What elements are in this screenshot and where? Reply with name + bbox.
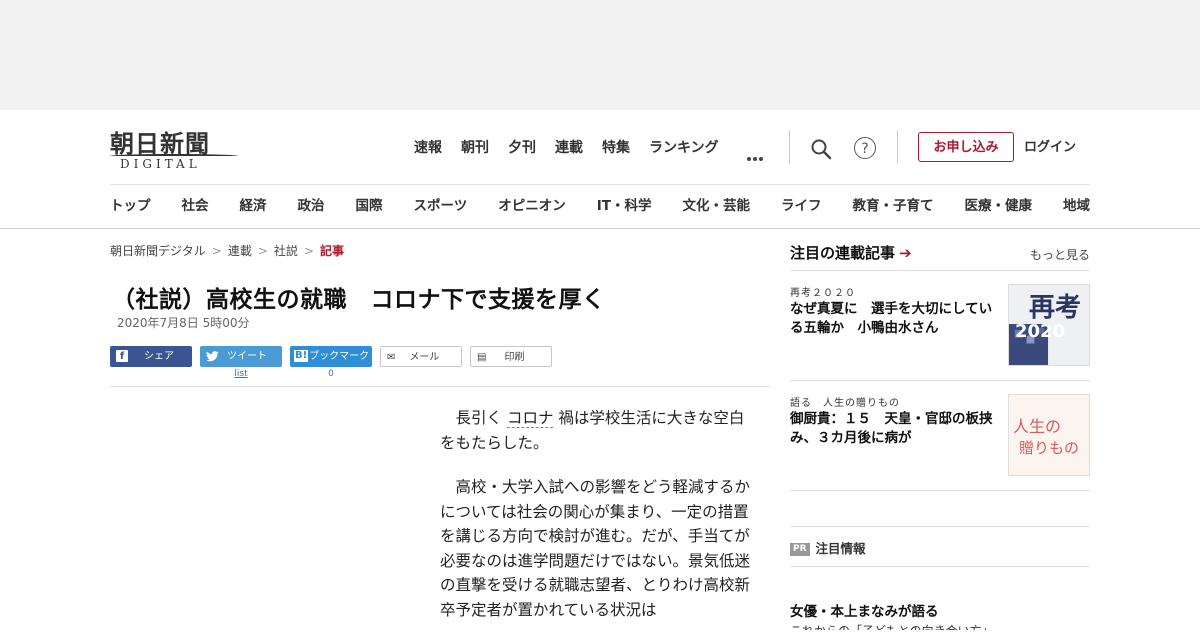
article-paragraph: 高校・大学入試への影響をどう軽減するかについては社会の関心が集まり、一定の措置を… [440,478,751,619]
sidebar-heading[interactable]: 注目の連載記事 ➔ [790,242,912,263]
article-headline: （社説）高校生の就職 コロナ下で支援を厚く [112,287,606,313]
mail-share-button[interactable]: ✉ メール [380,346,462,367]
category-culture[interactable]: 文化・芸能 [682,194,750,218]
nav-divider [789,130,790,164]
sidebar-heading-label: 注目の連載記事 [790,244,896,262]
topnav-item-evening[interactable]: 夕刊 [508,138,536,158]
pr-section-heading: PR 注目情報 [790,538,866,557]
category-nav: トップ 社会 経済 政治 国際 スポーツ オピニオン IT・科学 文化・芸能 ラ… [110,194,1090,218]
breadcrumb-home[interactable]: 朝日新聞デジタル [110,244,206,258]
sidebar-article-title[interactable]: なぜ真夏に 選手を大切にしている五輪か 小鴨由水さん [790,300,1002,338]
share-bar: f シェア ツイート B! ブックマーク ✉ メール ▤ 印刷 list 0 [110,346,570,386]
mail-icon: ✉ [387,352,396,363]
hatena-count[interactable]: 0 [290,369,372,379]
header-divider [110,184,1090,185]
category-region[interactable]: 地域 [1063,194,1090,218]
category-life[interactable]: ライフ [781,194,822,218]
sidebar-article-card[interactable]: 再考２０２０ なぜ真夏に 選手を大切にしている五輪か 小鴨由水さん 再考 202… [790,284,1090,368]
mail-share-label: メール [409,352,440,363]
category-top[interactable]: トップ [110,194,151,218]
sidebar-article-card[interactable]: 語る 人生の贈りもの 御厨貴：１５ 天皇・官邸の板挟み、３カ月後に病が 人生の … [790,394,1090,478]
paragraph-text: 長引く [455,409,503,427]
pr-badge: PR [790,543,810,556]
twitter-tweet-button[interactable]: ツイート [200,346,282,367]
article-divider [110,386,770,387]
ad-banner-area [0,0,1200,110]
sidebar-article-thumbnail[interactable]: 再考 2020 [1008,284,1090,366]
search-icon[interactable] [810,138,832,160]
category-education[interactable]: 教育・子育て [852,194,933,218]
category-sports[interactable]: スポーツ [414,194,468,218]
hatena-bookmark-button[interactable]: B! ブックマーク [290,346,372,367]
breadcrumb-separator: > [257,244,268,258]
category-society[interactable]: 社会 [182,194,209,218]
thumbnail-word: 再考 [1028,293,1081,323]
pr-article-title[interactable]: 女優・本上まなみが語る [790,600,939,620]
twitter-tweet-label: ツイート [227,351,267,362]
pr-section-label: 注目情報 [815,541,866,556]
thumbnail-line-1: 人生の [1013,417,1062,436]
subscribe-button[interactable]: お申し込み [918,132,1014,162]
hatena-bookmark-label: ブックマーク [309,351,370,362]
topnav-item-features[interactable]: 特集 [602,138,630,158]
thumbnail-year: 2020 [1015,321,1066,342]
logo-name-en: DIGITAL [120,157,201,171]
sidebar-divider [790,566,1090,567]
thumbnail-line-2: 贈りもの [1019,439,1080,457]
category-politics[interactable]: 政治 [298,194,325,218]
sidebar-divider [790,270,1090,271]
hatena-b-icon: B! [294,350,309,362]
sidebar-divider [790,380,1090,381]
category-health[interactable]: 医療・健康 [964,194,1032,218]
category-international[interactable]: 国際 [356,194,383,218]
site-header: 朝日新聞 DIGITAL 速報 朝刊 夕刊 連載 特集 ランキング ? お申し込… [0,110,1200,229]
site-logo[interactable]: 朝日新聞 DIGITAL [110,124,242,171]
nav-divider [897,130,898,164]
article-body: 長引く コロナ 禍は学校生活に大きな空白をもたらした。 高校・大学入試への影響を… [440,406,750,642]
topnav-item-breaking[interactable]: 速報 [414,138,442,158]
facebook-icon: f [116,350,128,362]
topnav-item-ranking[interactable]: ランキング [649,138,719,158]
breadcrumb-separator: > [211,244,222,258]
series-tag: 再考２０２０ [790,288,856,299]
sidebar-divider [790,526,1090,527]
sidebar-divider [790,490,1090,491]
category-opinion[interactable]: オピニオン [498,194,566,218]
breadcrumb-editorial[interactable]: 社説 [274,244,298,258]
pr-article-subtitle[interactable]: これからの「子どもとの向き合い方」 [790,622,994,630]
more-menu-icon[interactable] [747,146,767,161]
breadcrumb-current: 記事 [319,244,344,258]
see-more-link[interactable]: もっと見る [1030,246,1090,263]
series-tag: 語る 人生の贈りもの [790,398,900,409]
sidebar-article-thumbnail[interactable]: 人生の 贈りもの [1008,394,1090,476]
logo-arc [110,154,238,156]
topnav-item-morning[interactable]: 朝刊 [461,138,489,158]
facebook-share-label: シェア [144,351,174,362]
breadcrumb-separator: > [303,244,314,258]
help-icon[interactable]: ? [854,137,876,159]
arrow-right-icon: ➔ [899,244,912,262]
breadcrumb-series[interactable]: 連載 [228,244,252,258]
twitter-count[interactable]: list [200,369,282,379]
topnav-item-series[interactable]: 連載 [555,138,583,158]
sidebar-article-title[interactable]: 御厨貴：１５ 天皇・官邸の板挟み、３カ月後に病が [790,410,1002,448]
breadcrumb: 朝日新聞デジタル > 連載 > 社説 > 記事 [110,242,344,259]
article-paragraph: 長引く コロナ 禍は学校生活に大きな空白をもたらした。 [440,406,750,455]
keyword-link[interactable]: コロナ [506,409,554,428]
print-button[interactable]: ▤ 印刷 [470,346,552,367]
category-it-science[interactable]: IT・科学 [597,194,652,218]
facebook-share-button[interactable]: f シェア [110,346,192,367]
print-label: 印刷 [504,352,525,363]
article-date: 2020年7月8日 5時00分 [117,316,250,330]
login-link[interactable]: ログイン [1024,138,1076,158]
category-economy[interactable]: 経済 [240,194,267,218]
top-nav: 速報 朝刊 夕刊 連載 特集 ランキング [414,138,738,158]
printer-icon: ▤ [477,352,487,363]
twitter-bird-icon [206,350,219,361]
